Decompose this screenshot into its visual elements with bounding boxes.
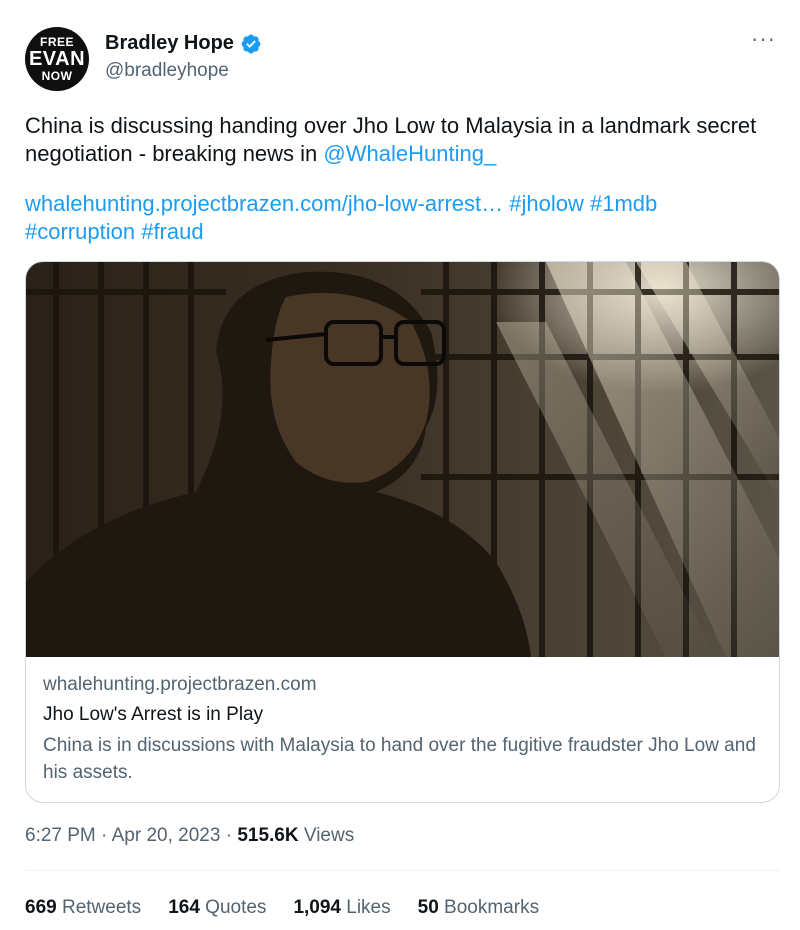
tweet-text: China is discussing handing over Jho Low… — [25, 112, 765, 168]
avatar-text-evan: EVAN — [28, 48, 86, 70]
hashtag-link[interactable]: #jholow — [509, 191, 584, 216]
tweet-time[interactable]: 6:27 PM — [25, 825, 96, 846]
author-handle[interactable]: @bradleyhope — [105, 60, 229, 82]
stat-label: Likes — [346, 897, 391, 918]
stat-count: 669 — [25, 897, 57, 918]
card-title: Jho Low's Arrest is in Play — [43, 704, 264, 725]
stat-label: Quotes — [205, 897, 267, 918]
stat-bookmarks[interactable]: 50 Bookmarks — [418, 897, 539, 919]
meta-separator: · — [225, 825, 238, 846]
avatar-text-now: NOW — [41, 69, 73, 83]
author-display-name[interactable]: Bradley Hope — [105, 32, 234, 55]
more-horizontal-icon[interactable]: ··· — [751, 28, 776, 50]
views-count: 515.6K — [237, 825, 299, 846]
stat-count: 50 — [417, 897, 439, 918]
avatar[interactable]: FREE EVAN NOW — [25, 27, 89, 91]
stat-label: Bookmarks — [444, 897, 540, 918]
meta-separator: · — [101, 825, 112, 846]
avatar-text-free: FREE — [39, 35, 74, 49]
card-description: China is in discussions with Malaysia to… — [43, 735, 756, 783]
mention-link[interactable]: @WhaleHunting_ — [323, 141, 496, 166]
stat-likes[interactable]: 1,094 Likes — [293, 897, 390, 919]
stat-quotes[interactable]: 164 Quotes — [168, 897, 266, 919]
card-domain: whalehunting.projectbrazen.com — [43, 674, 317, 695]
tweet-date[interactable]: Apr 20, 2023 — [112, 825, 221, 846]
stat-label: Retweets — [61, 897, 142, 918]
stat-count: 1,094 — [293, 897, 341, 918]
engagement-stats: 669 Retweets 164 Quotes 1,094 Likes 50 B… — [25, 897, 566, 919]
tweet-links: whalehunting.projectbrazen.com/jho-low-a… — [25, 190, 765, 246]
card-image[interactable] — [26, 262, 780, 657]
stat-retweets[interactable]: 669 Retweets — [25, 897, 141, 919]
views-label: Views — [303, 825, 355, 846]
verified-badge-icon — [241, 34, 261, 53]
article-url-link[interactable]: whalehunting.projectbrazen.com/jho-low-a… — [25, 191, 503, 216]
hashtag-link[interactable]: #corruption — [25, 219, 135, 244]
stat-count: 164 — [168, 897, 200, 918]
tweet-meta: 6:27 PM · Apr 20, 2023 · 515.6K Views — [25, 825, 354, 847]
hashtag-link[interactable]: #1mdb — [590, 191, 657, 216]
hashtag-link[interactable]: #fraud — [141, 219, 203, 244]
author-name-row: Bradley Hope — [105, 32, 262, 55]
divider — [25, 870, 780, 871]
link-preview-card[interactable]: whalehunting.projectbrazen.com Jho Low's… — [25, 261, 780, 803]
